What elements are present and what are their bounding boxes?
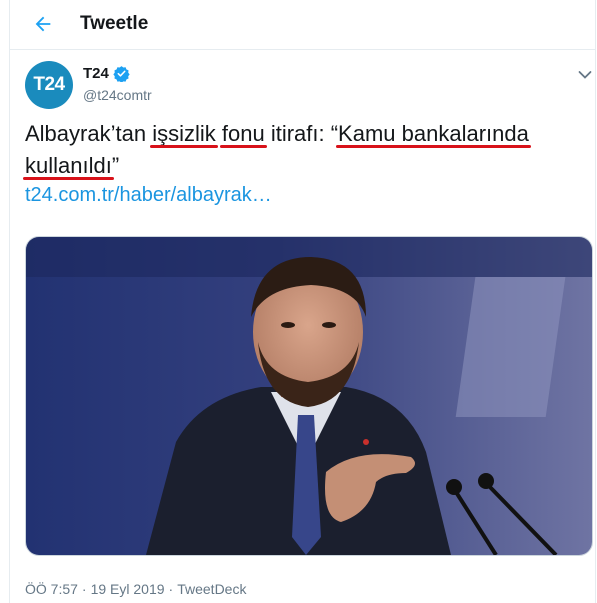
verified-badge-icon [113,66,130,82]
tweet-text: Albayrak’tan işsizlik fonu itirafı: “Kam… [25,118,565,182]
author-name[interactable]: T24 [83,65,109,82]
text-segment [216,121,222,146]
author-name-row[interactable]: T24 [83,65,130,82]
tweet-detail-panel: Tweetle T24 T24 @t24comtr Albayrak’tan i… [9,0,596,603]
page-title: Tweetle [80,13,149,34]
meta-separator: · [81,581,87,597]
underlined-text: işsizlik [152,121,216,146]
avatar[interactable]: T24 [25,61,73,109]
text-segment: itirafı: “ [264,121,339,146]
tweet-link[interactable]: t24.com.tr/haber/albayrak… [25,184,272,207]
avatar-text: T24 [33,74,65,95]
underlined-text: kullanıldı [25,153,112,178]
text-segment: ” [111,153,120,178]
tweet-date[interactable]: 19 Eyl 2019 [91,581,165,597]
photo-illustration [26,237,592,555]
underlined-text: fonu [221,121,265,146]
tweet-photo[interactable] [25,236,593,556]
header: Tweetle [10,0,595,50]
tweet-meta: ÖÖ 7:57 · 19 Eyl 2019 · TweetDeck [25,581,246,597]
author-handle[interactable]: @t24comtr [83,87,152,103]
back-arrow-icon[interactable] [32,13,54,35]
text-segment: Albayrak’tan [25,121,153,146]
underlined-text: Kamu bankalarında [338,121,529,146]
tweet-time[interactable]: ÖÖ 7:57 [25,581,78,597]
tweet-source[interactable]: TweetDeck [177,581,246,597]
chevron-down-icon[interactable] [578,70,592,80]
meta-separator: · [168,581,174,597]
